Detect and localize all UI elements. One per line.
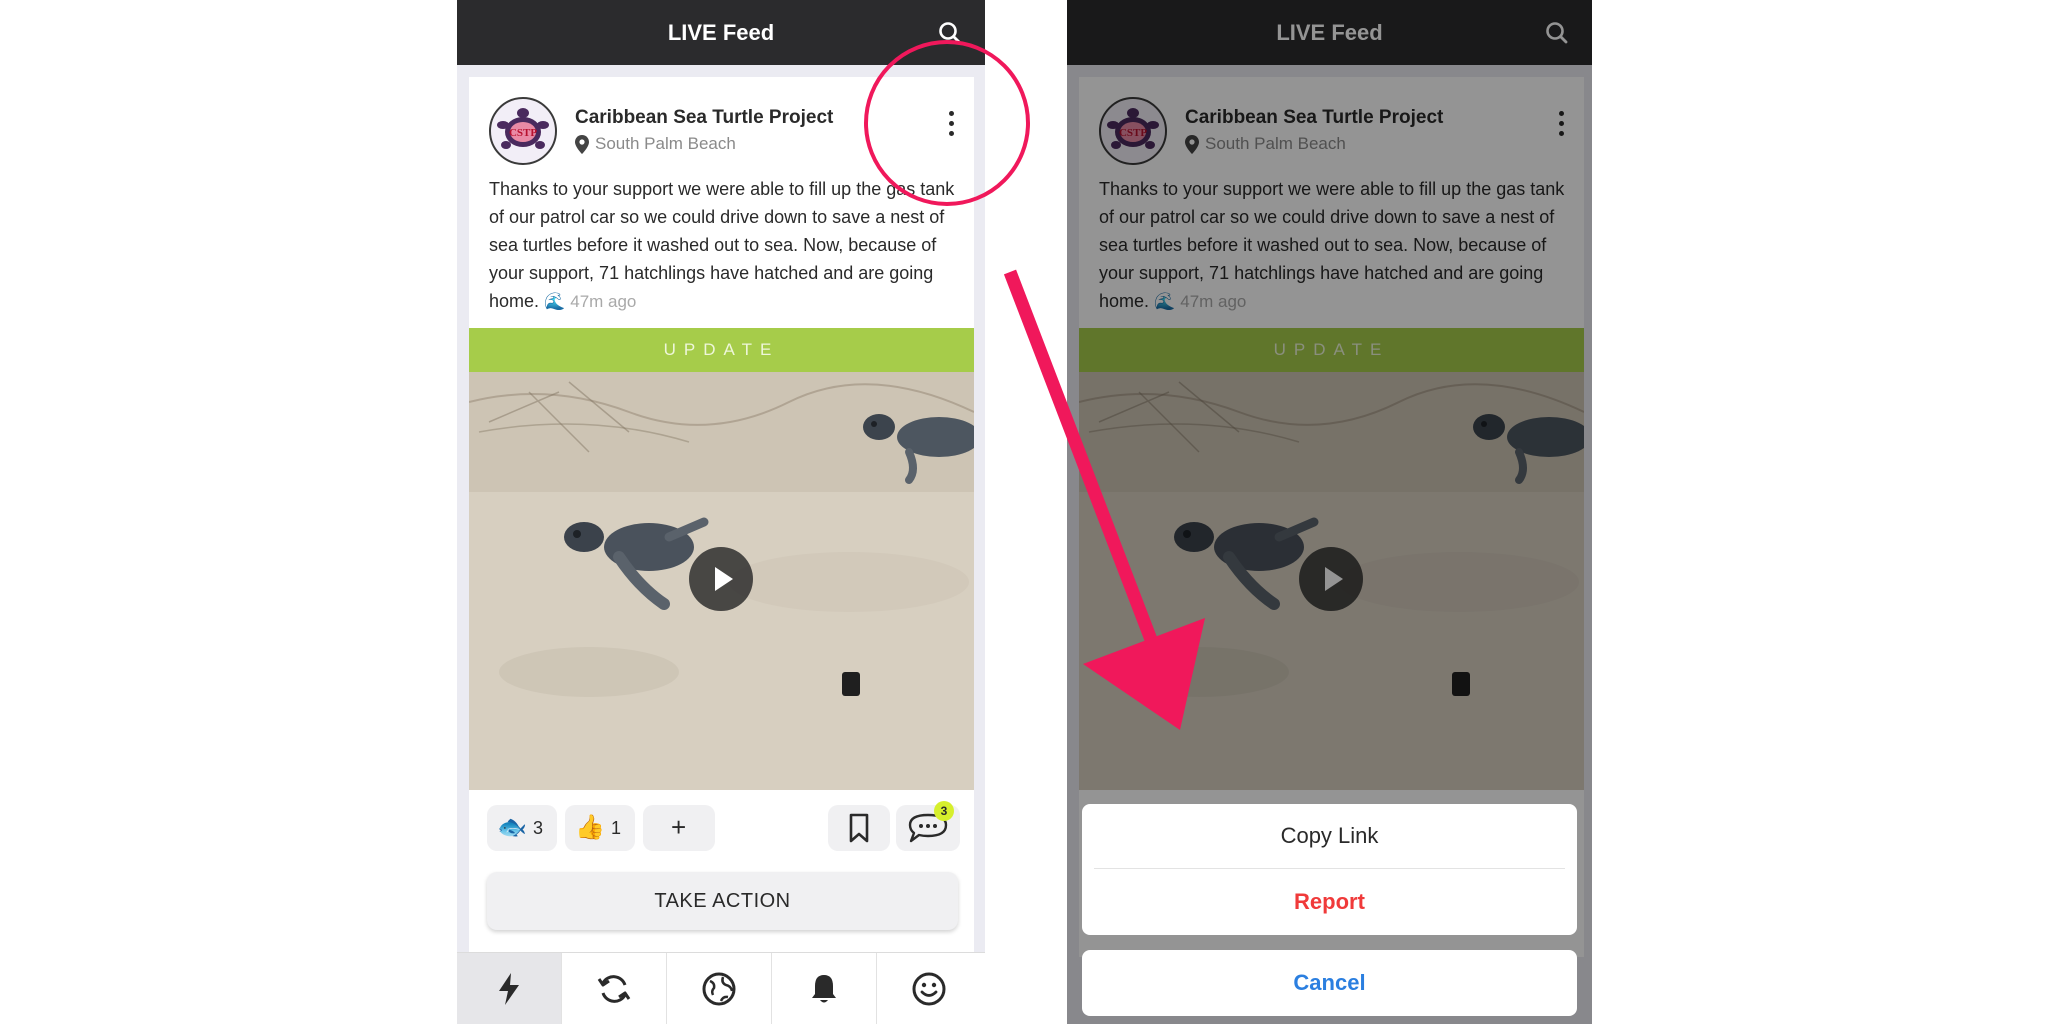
bookmark-button[interactable]	[828, 805, 890, 851]
location-text: South Palm Beach	[595, 134, 736, 153]
reaction-thumbs-up[interactable]: 👍 1	[565, 805, 635, 851]
reaction-fish[interactable]: 🐟 3	[487, 805, 557, 851]
plus-icon: +	[671, 812, 687, 842]
wave-emoji-icon: 🌊	[544, 292, 566, 311]
location-pin-icon	[575, 135, 589, 154]
action-sheet: Copy Link Report	[1082, 804, 1577, 935]
fish-emoji-icon: 🐟	[497, 814, 527, 841]
highlight-circle-annotation	[864, 40, 1030, 206]
copy-link-option[interactable]: Copy Link	[1082, 804, 1577, 868]
comments-button[interactable]: 3	[896, 801, 960, 851]
take-action-button[interactable]: TAKE ACTION	[487, 872, 958, 930]
video-thumbnail[interactable]	[469, 372, 974, 790]
bell-icon	[812, 975, 836, 1003]
thumbs-up-emoji-icon: 👍	[575, 814, 605, 841]
phone-screen-action-sheet: LIVE Feed CSTP Caribbean Sea Turtle Proj…	[1067, 0, 1592, 1024]
add-reaction-button[interactable]: +	[643, 805, 715, 851]
globe-icon	[702, 972, 736, 1006]
bottom-tab-bar	[457, 952, 985, 1024]
tab-notifications[interactable]	[772, 953, 877, 1024]
tab-live-feed[interactable]	[457, 953, 562, 1024]
org-name[interactable]: Caribbean Sea Turtle Project	[575, 107, 833, 129]
comment-count-badge: 3	[934, 801, 954, 821]
update-banner: UPDATE	[469, 328, 974, 372]
post-body: Thanks to your support we were able to f…	[489, 175, 964, 316]
report-option[interactable]: Report	[1082, 870, 1577, 934]
bookmark-icon	[849, 813, 869, 843]
play-button[interactable]	[689, 547, 753, 611]
reaction-count: 3	[533, 818, 544, 838]
reactions-bar: 🐟 3 👍 1 + 3	[469, 801, 974, 851]
tab-explore[interactable]	[667, 953, 772, 1024]
reaction-count: 1	[611, 818, 622, 838]
smiley-icon	[912, 972, 946, 1006]
post-card: CSTP Caribbean Sea Turtle Project South …	[469, 77, 974, 957]
sheet-divider	[1094, 868, 1565, 869]
post-timestamp: 47m ago	[570, 292, 637, 311]
cancel-button[interactable]: Cancel	[1082, 950, 1577, 1016]
avatar-logo-text: CSTP	[509, 127, 537, 139]
tab-refresh[interactable]	[562, 953, 667, 1024]
refresh-icon	[597, 975, 631, 1003]
bolt-icon	[499, 973, 519, 1005]
tab-profile[interactable]	[877, 953, 982, 1024]
avatar[interactable]: CSTP	[489, 97, 557, 165]
